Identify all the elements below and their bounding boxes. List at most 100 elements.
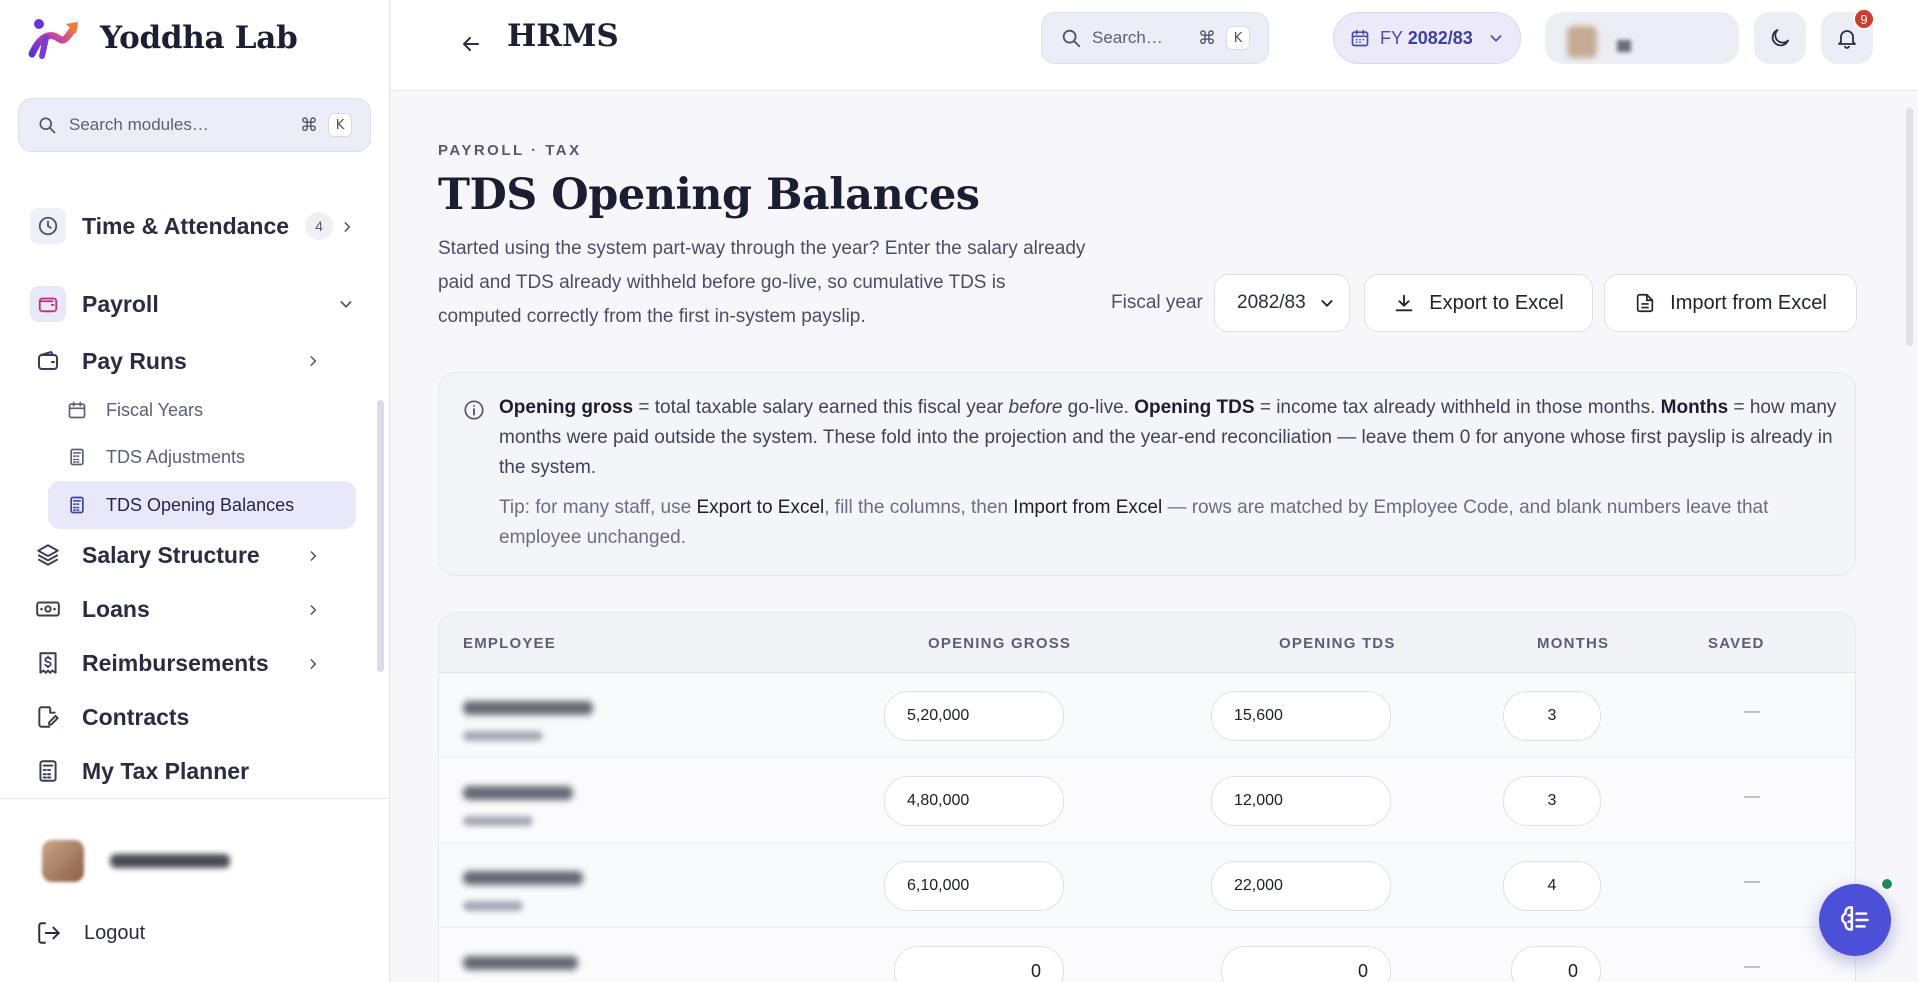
months-input[interactable]: 0: [1511, 946, 1601, 982]
user-menu[interactable]: [1545, 12, 1739, 64]
back-button[interactable]: [451, 24, 491, 64]
brand-name: Yoddha Lab: [100, 20, 298, 56]
download-icon: [1395, 294, 1413, 312]
sidebar-item-label: Time & Attendance: [82, 212, 290, 239]
chevron-right-icon: [306, 596, 320, 623]
wallet-icon: [30, 343, 66, 379]
months-input[interactable]: 4: [1503, 861, 1601, 911]
export-to-excel-button[interactable]: Export to Excel: [1364, 274, 1593, 332]
fiscal-year-label: Fiscal year: [1111, 292, 1203, 313]
opening-tds-input[interactable]: 22,000: [1211, 861, 1391, 911]
sidebar-item-tds-adjustments[interactable]: TDS Adjustments: [48, 433, 356, 481]
opening-gross-input[interactable]: 4,80,000: [884, 776, 1064, 826]
import-from-excel-button[interactable]: Import from Excel: [1604, 274, 1857, 332]
chevron-right-icon: [306, 650, 320, 677]
import-label: Import from Excel: [1670, 291, 1827, 314]
info-tip: Tip: for many staff, use Export to Excel…: [499, 497, 1769, 548]
sidebar-item-contracts[interactable]: Contracts: [30, 699, 360, 735]
employee-name-redacted: [463, 701, 593, 715]
info-text: Opening gross = total taxable salary ear…: [499, 397, 1837, 478]
module-search-placeholder: Search modules…: [69, 115, 209, 134]
table-row: 0 0 0 —: [439, 928, 1855, 982]
employee-code-redacted: [463, 731, 543, 741]
opening-tds-input[interactable]: 12,000: [1211, 776, 1391, 826]
notifications-button[interactable]: 9: [1821, 8, 1875, 64]
brand[interactable]: Yoddha Lab: [28, 14, 298, 62]
search-icon: [1062, 29, 1081, 48]
chevron-down-icon: [1490, 35, 1502, 42]
page-description: Started using the system part-way throug…: [438, 238, 1086, 327]
breadcrumb: PAYROLL · TAX: [438, 142, 582, 159]
online-status-dot: [1880, 877, 1894, 891]
employee-name-redacted: [463, 956, 578, 970]
layers-icon: [30, 537, 66, 573]
saved-status: —: [1744, 788, 1760, 805]
topbar: HRMS Search… ⌘ K FY 2082/83 9: [391, 0, 1918, 91]
sidebar-scrollbar[interactable]: [377, 400, 384, 672]
opening-tds-input[interactable]: 0: [1221, 946, 1391, 982]
global-search[interactable]: Search… ⌘ K: [1041, 12, 1269, 64]
user-profile[interactable]: [42, 840, 230, 882]
logout-button[interactable]: Logout: [36, 920, 145, 946]
moon-icon: [1771, 29, 1789, 47]
arrow-left-icon: [463, 37, 479, 51]
count-badge: 4: [305, 212, 334, 240]
opening-gross-input[interactable]: 0: [894, 946, 1064, 982]
global-search-placeholder: Search…: [1092, 28, 1163, 47]
column-header-months: MONTHS: [1537, 635, 1610, 652]
avatar: [1567, 26, 1597, 58]
sidebar-item-payroll[interactable]: Payroll: [30, 286, 360, 322]
sidebar-nav: Time & Attendance 4 Payroll Pay Runs Fis…: [0, 168, 390, 793]
calculator-icon: [30, 753, 66, 789]
command-key: ⌘: [1198, 27, 1216, 49]
sidebar-item-time-attendance[interactable]: Time & Attendance 4: [30, 208, 360, 244]
calculator-icon: [66, 446, 88, 468]
column-header-employee: EMPLOYEE: [463, 635, 556, 652]
clock-icon: [30, 208, 66, 244]
brain-chat-icon: [1841, 906, 1869, 931]
sidebar-item-reimbursements[interactable]: Reimbursements: [30, 645, 360, 681]
info-callout: Opening gross = total taxable salary ear…: [438, 372, 1856, 576]
months-input[interactable]: 3: [1503, 776, 1601, 826]
saved-status: —: [1744, 873, 1760, 890]
chevron-right-icon: [306, 542, 320, 569]
info-icon: [464, 400, 484, 420]
fiscal-year-value: 2082/83: [1237, 292, 1306, 313]
ai-assistant-button[interactable]: [1819, 884, 1891, 956]
sidebar-item-label: Reimbursements: [82, 649, 269, 676]
command-key: ⌘: [300, 114, 318, 136]
table-row: 4,80,000 12,000 3 —: [439, 758, 1855, 843]
column-header-opening-gross: OPENING GROSS: [928, 635, 1072, 652]
sidebar-item-label: Contracts: [82, 703, 190, 730]
months-input[interactable]: 3: [1503, 691, 1601, 741]
sidebar-item-label: Loans: [82, 595, 150, 622]
sidebar-item-salary-structure[interactable]: Salary Structure: [30, 537, 360, 573]
page-title: TDS Opening Balances: [438, 170, 980, 220]
fiscal-year-text: FY 2082/83: [1380, 27, 1473, 48]
receipt-dollar-icon: [30, 645, 66, 681]
sidebar-item-my-tax-planner[interactable]: My Tax Planner: [30, 753, 360, 789]
sidebar-item-label: Payroll: [82, 290, 159, 317]
opening-gross-input[interactable]: 5,20,000: [884, 691, 1064, 741]
k-key: K: [328, 113, 352, 137]
theme-toggle-button[interactable]: [1754, 12, 1806, 64]
opening-tds-input[interactable]: 15,600: [1211, 691, 1391, 741]
table-row: 5,20,000 15,600 3 —: [439, 673, 1855, 758]
sidebar-item-tds-opening-balances[interactable]: TDS Opening Balances: [48, 481, 356, 529]
user-name-redacted: [1617, 40, 1631, 52]
fiscal-year-select[interactable]: 2082/83: [1214, 274, 1350, 332]
app-title: HRMS: [507, 18, 619, 54]
fiscal-year-selector[interactable]: FY 2082/83: [1333, 12, 1521, 64]
sidebar-item-fiscal-years[interactable]: Fiscal Years: [48, 386, 356, 434]
sidebar-item-pay-runs[interactable]: Pay Runs: [30, 343, 360, 379]
divider: [0, 798, 390, 799]
main-scrollbar[interactable]: [1906, 108, 1913, 346]
sidebar-item-label: TDS Opening Balances: [106, 494, 295, 515]
employee-code-redacted: [463, 901, 523, 911]
table-header: EMPLOYEE OPENING GROSS OPENING TDS MONTH…: [439, 613, 1855, 673]
sidebar-item-loans[interactable]: Loans: [30, 591, 360, 627]
k-key: K: [1226, 26, 1250, 50]
opening-gross-input[interactable]: 6,10,000: [884, 861, 1064, 911]
module-search[interactable]: Search modules… ⌘ K: [18, 98, 371, 152]
calculator-icon: [66, 494, 88, 516]
